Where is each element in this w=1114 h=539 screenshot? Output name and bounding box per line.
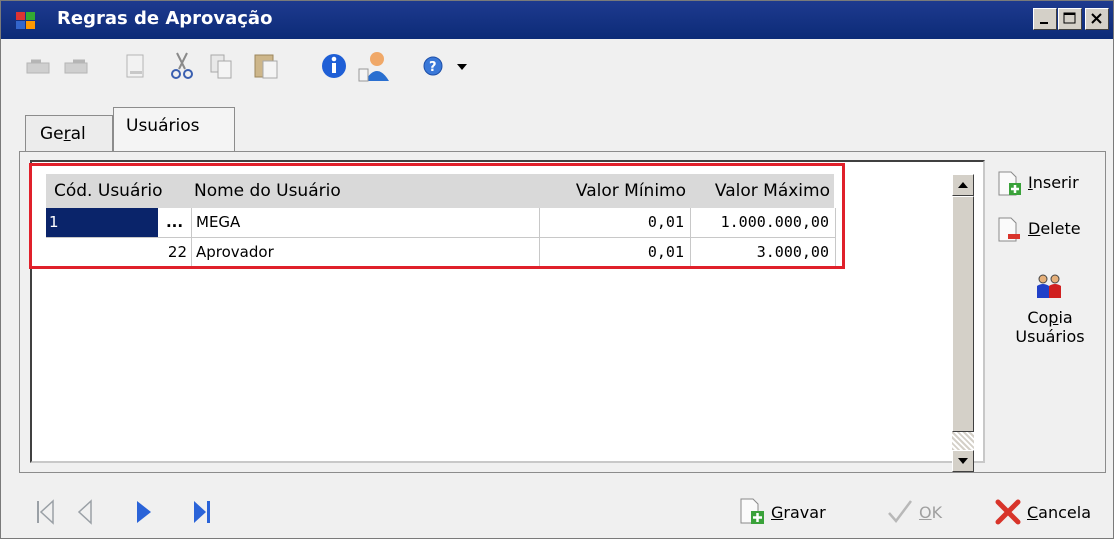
scroll-track[interactable] (952, 432, 974, 450)
dropdown-icon (457, 64, 467, 70)
close-icon (1091, 13, 1102, 24)
cut-icon (171, 52, 193, 79)
scroll-thumb[interactable] (952, 196, 974, 432)
cell-codigo[interactable]: 22 (46, 238, 192, 268)
users-grid[interactable]: Cód. Usuário Nome do Usuário Valor Mínim… (30, 160, 985, 472)
cell-valor-minimo[interactable]: 0,01 (540, 208, 691, 238)
delete-document-icon (998, 217, 1020, 242)
gravar-label: Gravar (771, 503, 826, 522)
inserir-label: Inserir (1028, 173, 1079, 192)
copy-button[interactable] (207, 49, 237, 87)
cancel-x-icon (995, 499, 1021, 525)
tab-strip: Geral Usuários (1, 101, 1113, 152)
user-button[interactable] (357, 49, 393, 87)
col-header-valor-maximo[interactable]: Valor Máximo (691, 174, 834, 208)
table-row[interactable]: 1 ... MEGA 0,01 1.000.000,00 (46, 208, 836, 238)
tab-usuarios[interactable]: Usuários (113, 107, 235, 152)
first-record-icon (37, 499, 54, 525)
grid-header: Cód. Usuário Nome do Usuário Valor Mínim… (46, 174, 834, 208)
cell-nome[interactable]: Aprovador (192, 238, 540, 268)
delete-label: Delete (1028, 219, 1081, 238)
undo-button[interactable] (23, 49, 53, 87)
cell-nome[interactable]: MEGA (192, 208, 540, 238)
next-record-icon (137, 501, 151, 523)
maximize-button[interactable] (1058, 8, 1082, 30)
redo-button[interactable] (61, 49, 91, 87)
toolbar: ? (1, 39, 1113, 97)
first-record-button[interactable] (33, 497, 57, 531)
info-icon (322, 54, 346, 78)
title-bar[interactable]: Regras de Aprovação (1, 1, 1113, 39)
redo-icon (64, 59, 88, 74)
tab-geral[interactable]: Geral (25, 115, 113, 151)
tab-geral-label: Geral (40, 124, 86, 144)
minimize-button[interactable] (1033, 8, 1057, 30)
arrow-up-icon (958, 182, 968, 188)
last-record-button[interactable] (191, 497, 215, 531)
close-button[interactable] (1085, 8, 1109, 30)
new-button[interactable] (121, 49, 151, 87)
ellipsis-button[interactable]: ... (158, 208, 192, 238)
scroll-down-button[interactable] (952, 450, 974, 472)
cell-codigo[interactable]: 1 (46, 208, 158, 238)
window-title: Regras de Aprovação (57, 8, 273, 29)
app-icon (16, 12, 36, 29)
svg-text:?: ? (429, 60, 437, 75)
users-copy-icon (1037, 274, 1061, 298)
cell-valor-maximo[interactable]: 1.000.000,00 (691, 208, 836, 238)
copia-usuarios-label: Copia Usuários (1015, 308, 1085, 346)
arrow-down-icon (958, 458, 968, 464)
cancela-label: Cancela (1027, 503, 1092, 522)
next-record-button[interactable] (133, 497, 155, 531)
previous-record-icon (77, 499, 92, 525)
insert-document-icon (998, 171, 1021, 196)
vertical-scrollbar[interactable] (952, 174, 974, 472)
col-header-codigo[interactable]: Cód. Usuário (46, 174, 188, 208)
tab-usuarios-label: Usuários (126, 116, 200, 136)
maximize-icon (1063, 12, 1076, 24)
users-panel: Cód. Usuário Nome do Usuário Valor Mínim… (19, 151, 1106, 473)
ok-button[interactable]: OK (885, 495, 965, 529)
delete-button[interactable]: Delete (996, 216, 1096, 248)
help-icon: ? (423, 56, 443, 76)
bottom-bar: Gravar OK Cancela (1, 487, 1113, 537)
paste-icon (254, 54, 278, 79)
info-button[interactable] (319, 49, 349, 87)
ok-label: OK (919, 503, 943, 522)
previous-record-button[interactable] (75, 497, 97, 531)
gravar-button[interactable]: Gravar (737, 495, 847, 529)
checkmark-icon (888, 500, 912, 523)
table-row[interactable]: 22 Aprovador 0,01 3.000,00 (46, 238, 836, 268)
cancela-button[interactable]: Cancela (993, 495, 1105, 529)
cell-valor-maximo[interactable]: 3.000,00 (691, 238, 836, 268)
cell-valor-minimo[interactable]: 0,01 (540, 238, 691, 268)
scroll-up-button[interactable] (952, 174, 974, 196)
help-dropdown-button[interactable] (455, 49, 469, 87)
undo-icon (26, 59, 50, 74)
save-document-icon (740, 498, 764, 524)
inserir-button[interactable]: Inserir (996, 170, 1096, 202)
cut-button[interactable] (167, 49, 197, 87)
col-header-nome[interactable]: Nome do Usuário (192, 174, 532, 208)
last-record-icon (194, 501, 210, 523)
col-header-valor-minimo[interactable]: Valor Mínimo (540, 174, 690, 208)
copy-icon (210, 54, 232, 79)
new-document-icon (126, 54, 144, 78)
help-button[interactable]: ? (421, 49, 449, 87)
paste-button[interactable] (251, 49, 281, 87)
user-icon (358, 52, 389, 82)
minimize-icon (1040, 22, 1048, 24)
copia-usuarios-button[interactable]: Copia Usuários (1002, 274, 1098, 354)
window: Regras de Aprovação ? Geral Usuários Cód… (0, 0, 1114, 539)
